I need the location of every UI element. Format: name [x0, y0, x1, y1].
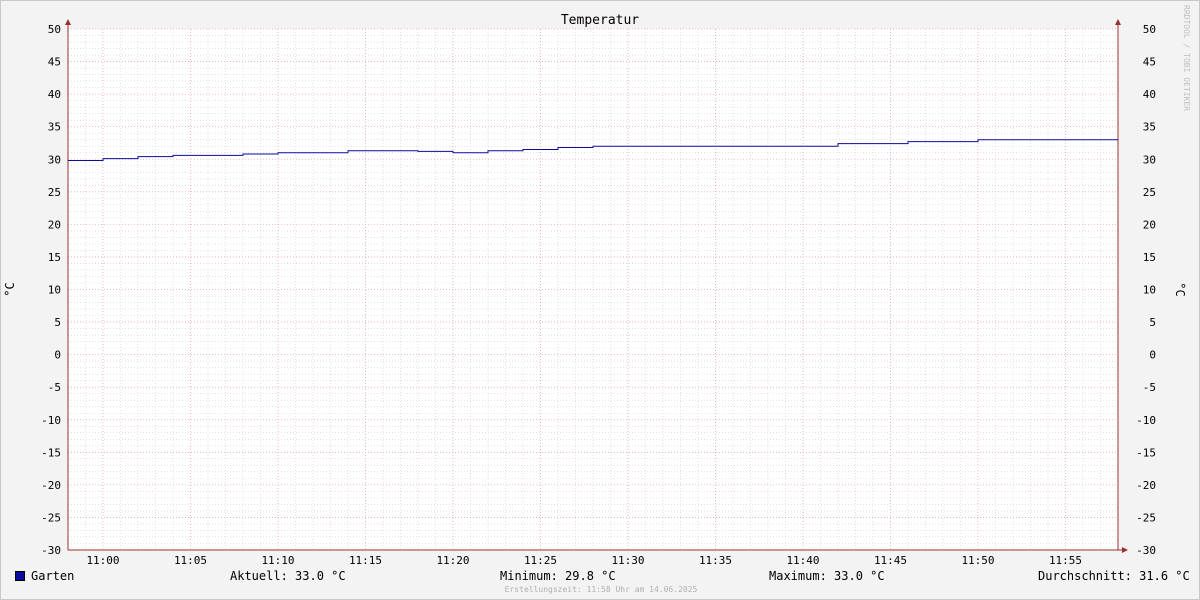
- y-tick-label-left: 45: [48, 56, 61, 69]
- y-tick-label-right: 5: [1149, 316, 1156, 329]
- legend-average: Durchschnitt: 31.6 °C: [1038, 569, 1190, 583]
- x-tick-label: 11:50: [961, 554, 994, 567]
- legend-series-name: Garten: [31, 569, 75, 583]
- y-tick-label-right: -15: [1136, 446, 1156, 459]
- y-tick-label-right: 0: [1149, 349, 1156, 362]
- y-tick-label-left: 15: [48, 251, 61, 264]
- y-tick-label-left: -20: [41, 479, 61, 492]
- y-axis-right-arrow-icon: [1115, 19, 1121, 25]
- x-tick-label: 11:35: [699, 554, 732, 567]
- chart-frame: 50 50 45 45 40 40 35 35 30 30 25 25 20 20 15 15 10 10 5 5 0 0…: [0, 0, 1200, 600]
- y-tick-label-left: 25: [48, 186, 61, 199]
- y-tick-label-right: 10: [1143, 284, 1156, 297]
- y-tick-label-left: -25: [41, 511, 61, 524]
- x-tick-label: 11:20: [436, 554, 469, 567]
- x-tick-label: 11:25: [524, 554, 557, 567]
- y-tick-label-right: 30: [1143, 153, 1156, 166]
- y-tick-label-left: 10: [48, 284, 61, 297]
- x-tick-label: 11:00: [86, 554, 119, 567]
- y-tick-label-right: -30: [1136, 544, 1156, 557]
- y-tick-label-left: 0: [54, 349, 61, 362]
- y-tick-label-left: 30: [48, 153, 61, 166]
- y-tick-label-right: 40: [1143, 88, 1156, 101]
- y-tick-label-right: 15: [1143, 251, 1156, 264]
- y-tick-label-right: -10: [1136, 414, 1156, 427]
- y-tick-label-left: -15: [41, 446, 61, 459]
- y-tick-label-right: 20: [1143, 218, 1156, 231]
- y-tick-label-left: -30: [41, 544, 61, 557]
- x-tick-label: 11:30: [611, 554, 644, 567]
- y-tick-label-right: 50: [1143, 23, 1156, 36]
- y-axis-label-right: °C: [1173, 282, 1187, 296]
- y-tick-label-right: -25: [1136, 511, 1156, 524]
- y-tick-label-left: -10: [41, 414, 61, 427]
- rrdtool-watermark: RRDTOOL / TOBI OETIKER: [1182, 5, 1191, 111]
- y-tick-label-right: 25: [1143, 186, 1156, 199]
- temperature-chart: 50 5045 4540 4035 3530 3025 2520 2015 1510 105 50 0…: [3, 13, 1187, 567]
- x-tick-label: 11:15: [349, 554, 382, 567]
- chart-title: Temperatur: [561, 13, 639, 28]
- x-tick-label: 11:40: [786, 554, 819, 567]
- y-axis-left-arrow-icon: [65, 19, 71, 25]
- x-tick-label: 11:10: [261, 554, 294, 567]
- y-axis-label-left: °C: [3, 282, 17, 296]
- y-tick-label-left: 40: [48, 88, 61, 101]
- y-tick-label-left: 50: [48, 23, 61, 36]
- creation-time-footer: Erstellungszeit: 11:58 Uhr am 14.06.2025: [504, 585, 698, 594]
- legend-minimum: Minimum: 29.8 °C: [500, 569, 616, 583]
- y-tick-label-left: 5: [54, 316, 61, 329]
- x-axis-arrow-icon: [1122, 547, 1128, 553]
- y-tick-label-left: 20: [48, 218, 61, 231]
- y-tick-label-right: -20: [1136, 479, 1156, 492]
- y-tick-label-right: 45: [1143, 56, 1156, 69]
- y-tick-label-left: 35: [48, 121, 61, 134]
- legend-swatch-garten: [15, 571, 25, 581]
- x-tick-label: 11:55: [1049, 554, 1082, 567]
- legend-current: Aktuell: 33.0 °C: [230, 569, 346, 583]
- legend-maximum: Maximum: 33.0 °C: [769, 569, 885, 583]
- x-tick-label: 11:05: [174, 554, 207, 567]
- y-tick-label-right: -5: [1143, 381, 1156, 394]
- x-tick-label: 11:45: [874, 554, 907, 567]
- y-tick-label-left: -5: [48, 381, 61, 394]
- y-tick-label-right: 35: [1143, 121, 1156, 134]
